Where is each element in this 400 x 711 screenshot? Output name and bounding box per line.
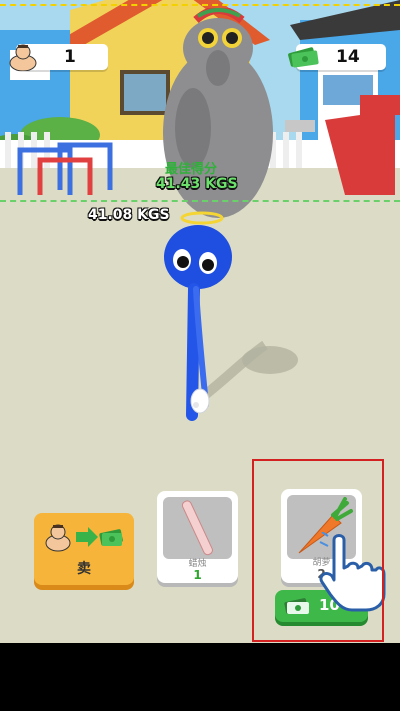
- item-quantity: 1: [193, 568, 202, 582]
- bottom-black-bar: [0, 643, 400, 711]
- cash-count: 14: [336, 47, 360, 67]
- game-scene: 1 14 最佳得分 41.43 KGS 41.08 KGS 卖 蜡烛 1 胡萝 …: [0, 0, 400, 643]
- best-score-value: 41.43 KGS: [156, 176, 238, 192]
- top-boundary-line: [0, 4, 400, 6]
- item-image-frame: [163, 497, 232, 559]
- cash-icon: [288, 47, 319, 68]
- stick-icon: [181, 500, 213, 556]
- sell-button[interactable]: 卖: [34, 513, 134, 585]
- strength-count: 1: [64, 47, 76, 67]
- sell-label: 卖: [77, 561, 91, 577]
- best-score-label: 最佳得分: [165, 162, 218, 177]
- strongman-icon: [9, 44, 37, 71]
- player-character: [164, 211, 232, 421]
- item-card-candle[interactable]: 蜡烛 1: [157, 491, 238, 583]
- best-score-line: [0, 200, 400, 202]
- strongman-to-cash-icon: [45, 524, 123, 552]
- rival-character: [163, 8, 273, 218]
- tutorial-highlight-box: [252, 459, 384, 642]
